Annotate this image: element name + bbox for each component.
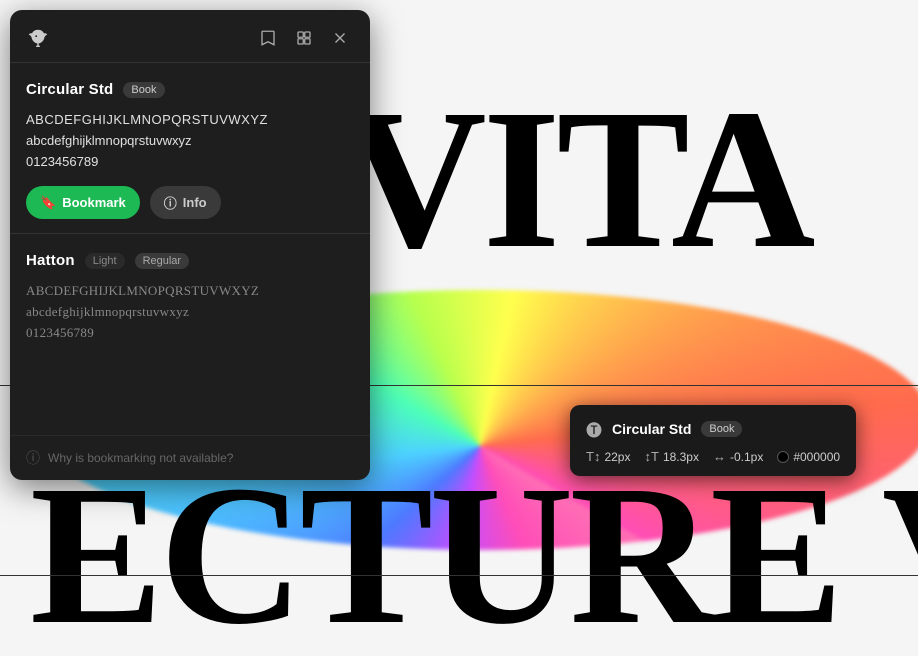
font-size-value: 22px — [604, 450, 630, 464]
bird-logo-icon — [27, 27, 49, 49]
bookmark-button[interactable]: 🔖 Bookmark — [26, 186, 140, 219]
tooltip-font-tag: Book — [701, 421, 742, 437]
color-value: #000000 — [793, 450, 840, 464]
close-icon — [331, 29, 349, 47]
info-button[interactable]: ⓘ Info — [150, 186, 221, 219]
footer-info-icon: ⓘ — [26, 448, 40, 468]
font-entry-1: Circular Std Book ABCDEFGHIJKLMNOPQRSTUV… — [10, 63, 370, 234]
font1-preview-lower: abcdefghijklmnopqrstuvwxyz — [26, 131, 354, 152]
panel-header-icons — [254, 24, 354, 52]
font2-header: Hatton Light Regular — [26, 252, 354, 269]
font-inspector-panel: Circular Std Book ABCDEFGHIJKLMNOPQRSTUV… — [10, 10, 370, 480]
tooltip-font-name: Circular Std — [612, 421, 691, 437]
letter-spacing-icon: ↔ — [713, 449, 726, 464]
bookmark-label: Bookmark — [62, 195, 126, 210]
font-tooltip-popup: 🅣 Circular Std Book T↕ 22px ↕T 18.3px ↔ … — [570, 405, 856, 476]
panel-footer: ⓘ Why is bookmarking not available? — [10, 436, 370, 480]
tooltip-font-size: T↕ 22px — [586, 449, 630, 464]
font2-tag-weight: Light — [85, 253, 125, 269]
info-label: Info — [183, 195, 207, 210]
info-icon-inline: ⓘ — [164, 193, 177, 212]
font-entry-2: Hatton Light Regular ABCDEFGHIJKLMNOPQRS… — [10, 234, 370, 436]
footer-text: Why is bookmarking not available? — [48, 451, 233, 465]
font1-preview-nums: 0123456789 — [26, 152, 354, 173]
letter-spacing-value: -0.1px — [730, 450, 763, 464]
panel-header — [10, 10, 370, 63]
bookmark-panel-button[interactable] — [254, 24, 282, 52]
app-logo — [26, 26, 50, 50]
font1-tag: Book — [123, 82, 164, 98]
tooltip-color: #000000 — [777, 450, 840, 464]
font2-preview-upper: ABCDEFGHIJKLMNOPQRSTUVWXYZ — [26, 281, 354, 302]
font-size-icon: T↕ — [586, 449, 600, 464]
layers-panel-button[interactable] — [290, 24, 318, 52]
tooltip-font-icon: 🅣 — [586, 417, 602, 441]
font1-preview-upper: ABCDEFGHIJKLMNOPQRSTUVWXYZ — [26, 110, 354, 131]
line-height-value: 18.3px — [663, 450, 699, 464]
tooltip-letter-spacing: ↔ -0.1px — [713, 449, 763, 464]
color-dot — [777, 451, 789, 463]
tooltip-metrics: T↕ 22px ↕T 18.3px ↔ -0.1px #000000 — [586, 449, 840, 464]
font1-name: Circular Std — [26, 81, 113, 98]
font2-name: Hatton — [26, 252, 75, 269]
font2-preview-nums: 0123456789 — [26, 323, 354, 344]
tooltip-header: 🅣 Circular Std Book — [586, 417, 840, 441]
line-height-icon: ↕T — [644, 449, 658, 464]
font2-preview-lower: abcdefghijklmnopqrstuvwxyz — [26, 302, 354, 323]
bg-text-bottom: ECTURE V — [30, 456, 918, 656]
font2-tag-style: Regular — [135, 253, 190, 269]
close-panel-button[interactable] — [326, 24, 354, 52]
font1-actions: 🔖 Bookmark ⓘ Info — [26, 186, 354, 219]
bookmark-icon-inline: 🔖 — [40, 195, 56, 211]
tooltip-line-height: ↕T 18.3px — [644, 449, 698, 464]
font1-header: Circular Std Book — [26, 81, 354, 98]
bg-line-bottom — [0, 575, 918, 576]
bookmark-header-icon — [259, 29, 277, 47]
layers-icon — [295, 29, 313, 47]
